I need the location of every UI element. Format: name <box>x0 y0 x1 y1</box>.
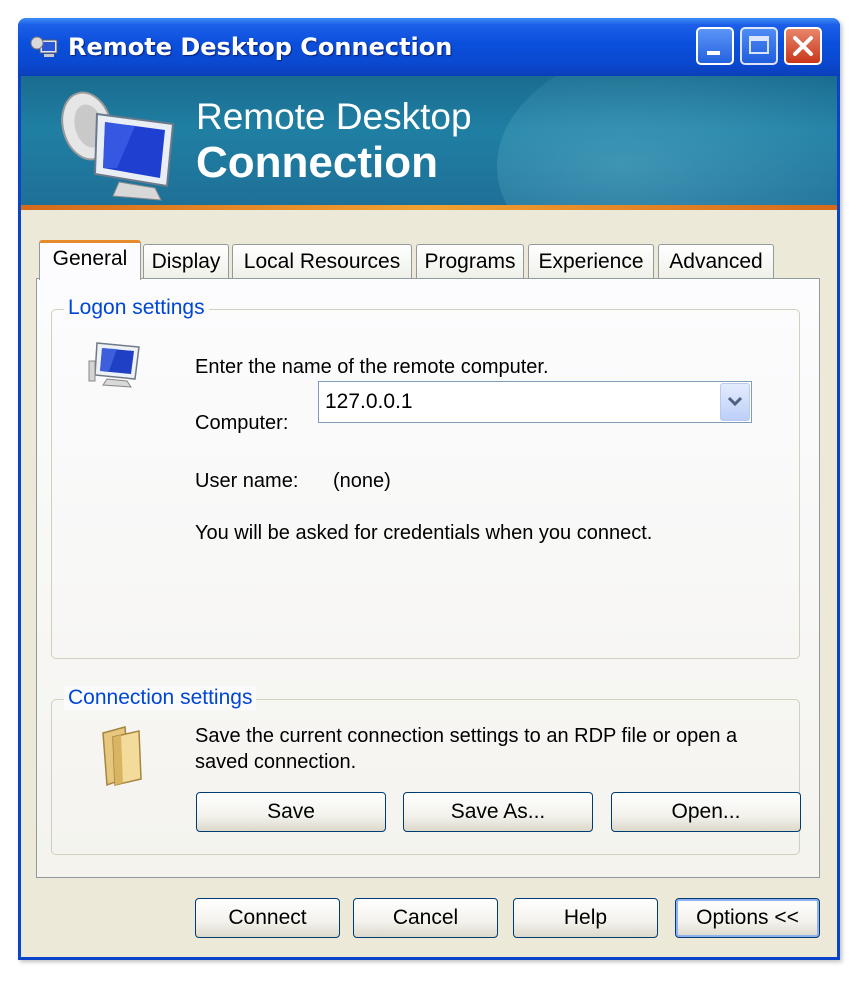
computer-label: Computer: <box>195 412 289 434</box>
options-button[interactable]: Options << <box>675 898 820 938</box>
tab-general[interactable]: General <box>39 240 141 280</box>
computer-icon <box>88 342 140 388</box>
window-title: Remote Desktop Connection <box>68 33 453 61</box>
monitor-satellite-icon <box>61 91 175 201</box>
close-icon <box>793 36 813 56</box>
tab-advanced[interactable]: Advanced <box>658 244 774 278</box>
chevron-down-icon <box>727 396 743 407</box>
username-value: (none) <box>333 470 391 492</box>
banner-title-line2: Connection <box>196 138 438 187</box>
title-bar[interactable]: Remote Desktop Connection <box>18 18 840 76</box>
help-button[interactable]: Help <box>513 898 658 938</box>
maximize-icon <box>749 36 769 54</box>
connection-settings-label: Connection settings <box>64 686 257 710</box>
folder-icon <box>102 726 142 787</box>
minimize-button[interactable] <box>696 27 734 65</box>
general-tab-panel: Logon settings Enter the name of the rem… <box>36 278 820 878</box>
connection-description-line1: Save the current connection settings to … <box>195 725 738 747</box>
tab-experience[interactable]: Experience <box>528 244 654 278</box>
computer-value[interactable]: 127.0.0.1 <box>325 390 413 414</box>
username-label: User name: <box>195 470 299 492</box>
minimize-icon <box>707 51 720 55</box>
maximize-button[interactable] <box>740 27 778 65</box>
computer-combobox[interactable]: 127.0.0.1 <box>318 381 752 423</box>
connection-description-line2: saved connection. <box>195 751 357 773</box>
close-button[interactable] <box>784 27 822 65</box>
save-as-button[interactable]: Save As... <box>403 792 593 832</box>
credentials-note: You will be asked for credentials when y… <box>195 522 653 544</box>
connect-button[interactable]: Connect <box>195 898 340 938</box>
header-banner: Remote Desktop Connection <box>21 76 837 210</box>
logon-settings-label: Logon settings <box>64 296 209 320</box>
computer-dropdown-button[interactable] <box>720 383 750 421</box>
tab-display[interactable]: Display <box>143 244 229 278</box>
open-button[interactable]: Open... <box>611 792 801 832</box>
tab-programs[interactable]: Programs <box>416 244 524 278</box>
logon-instruction: Enter the name of the remote computer. <box>195 356 549 378</box>
cancel-button[interactable]: Cancel <box>353 898 498 938</box>
remote-desktop-window: Remote Desktop Connection Remote Desktop… <box>18 18 840 960</box>
banner-title-line1: Remote Desktop <box>196 96 472 137</box>
save-button[interactable]: Save <box>196 792 386 832</box>
tab-local-resources[interactable]: Local Resources <box>232 244 412 278</box>
banner-accent-stripe <box>21 205 837 210</box>
remote-desktop-icon <box>30 36 58 57</box>
